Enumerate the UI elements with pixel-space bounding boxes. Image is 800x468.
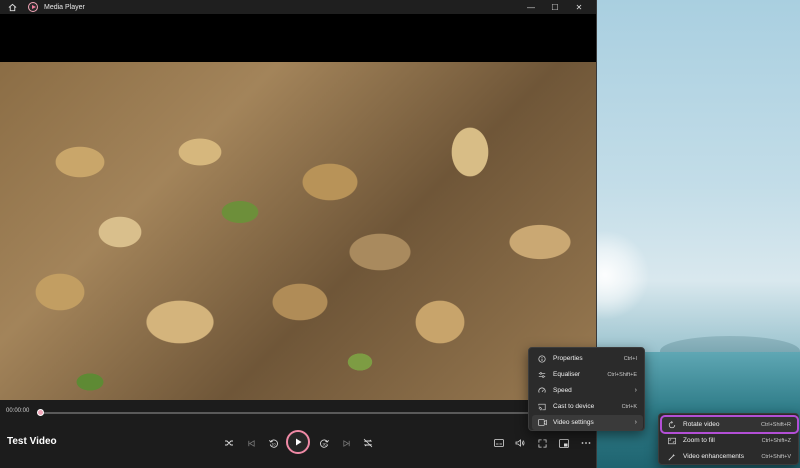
speed-icon	[535, 387, 549, 395]
video-frame[interactable]	[0, 62, 596, 400]
playback-controls: Test Video 10 30	[0, 424, 596, 468]
repeat-off-icon[interactable]	[358, 433, 378, 453]
info-icon	[535, 354, 549, 363]
mini-player-icon[interactable]	[554, 433, 574, 453]
menu-item-shortcut: Ctrl+I	[623, 355, 637, 362]
menu-item-label: Speed	[553, 387, 572, 394]
previous-icon[interactable]	[241, 433, 261, 453]
maximize-button[interactable]: ☐	[543, 0, 567, 14]
submenu-item-video-enhancements[interactable]: Video enhancements Ctrl+Shift+V	[662, 449, 797, 464]
submenu-item-rotate-video[interactable]: Rotate video Ctrl+Shift+R	[660, 415, 799, 434]
submenu-item-zoom-to-fill[interactable]: Zoom to fill Ctrl+Shift+Z	[662, 433, 797, 448]
equaliser-icon	[535, 371, 549, 379]
more-options-icon[interactable]	[576, 433, 596, 453]
chevron-right-icon: ›	[634, 419, 637, 426]
chevron-right-icon: ›	[634, 387, 637, 394]
menu-item-shortcut: Ctrl+K	[621, 403, 637, 410]
shuffle-icon[interactable]	[219, 433, 239, 453]
menu-item-cast-to-device[interactable]: Cast to device Ctrl+K	[532, 399, 643, 414]
menu-item-label: Cast to device	[553, 403, 595, 410]
svg-text:10: 10	[271, 442, 275, 446]
fullscreen-icon[interactable]	[532, 433, 552, 453]
submenu-item-shortcut: Ctrl+Shift+R	[761, 421, 791, 428]
more-options-menu: Properties Ctrl+I Equaliser Ctrl+Shift+E…	[528, 347, 645, 431]
menu-item-equaliser[interactable]: Equaliser Ctrl+Shift+E	[532, 367, 643, 382]
video-letterbox	[0, 14, 596, 62]
next-icon[interactable]	[336, 433, 356, 453]
media-player-window: Media Player — ☐ ✕ 00:00:00 Test Video 1…	[0, 0, 597, 468]
rotate-icon	[665, 420, 679, 429]
menu-item-video-settings[interactable]: Video settings ›	[532, 415, 643, 430]
subtitles-icon[interactable]	[489, 433, 509, 453]
seek-track[interactable]	[40, 412, 590, 414]
menu-item-label: Video settings	[553, 419, 594, 426]
submenu-item-label: Rotate video	[683, 421, 720, 428]
title-bar: Media Player — ☐ ✕	[0, 0, 596, 14]
svg-text:30: 30	[322, 442, 326, 446]
app-logo-icon	[28, 2, 38, 12]
zoom-fill-icon	[665, 437, 679, 445]
cast-icon	[535, 403, 549, 411]
home-icon[interactable]	[6, 1, 18, 13]
volume-icon[interactable]	[510, 433, 530, 453]
menu-item-speed[interactable]: Speed ›	[532, 383, 643, 398]
video-settings-icon	[535, 419, 549, 426]
video-title: Test Video	[7, 436, 57, 447]
menu-item-properties[interactable]: Properties Ctrl+I	[532, 351, 643, 366]
seek-handle[interactable]	[37, 409, 44, 416]
window-title: Media Player	[44, 3, 85, 11]
play-button[interactable]	[286, 430, 310, 454]
current-time: 00:00:00	[6, 408, 30, 414]
menu-item-label: Equaliser	[553, 371, 581, 378]
rewind-10-icon[interactable]: 10	[263, 433, 283, 453]
close-button[interactable]: ✕	[567, 0, 591, 14]
submenu-item-shortcut: Ctrl+Shift+V	[761, 453, 791, 460]
submenu-item-label: Video enhancements	[683, 453, 744, 460]
minimize-button[interactable]: —	[519, 0, 543, 14]
menu-item-shortcut: Ctrl+Shift+E	[607, 371, 637, 378]
video-settings-submenu: Rotate video Ctrl+Shift+R Zoom to fill C…	[658, 413, 799, 465]
menu-item-label: Properties	[553, 355, 583, 362]
forward-30-icon[interactable]: 30	[314, 433, 334, 453]
submenu-item-shortcut: Ctrl+Shift+Z	[761, 437, 791, 444]
enhance-icon	[665, 453, 679, 461]
submenu-item-label: Zoom to fill	[683, 437, 715, 444]
seek-bar-area: 00:00:00	[0, 400, 596, 424]
